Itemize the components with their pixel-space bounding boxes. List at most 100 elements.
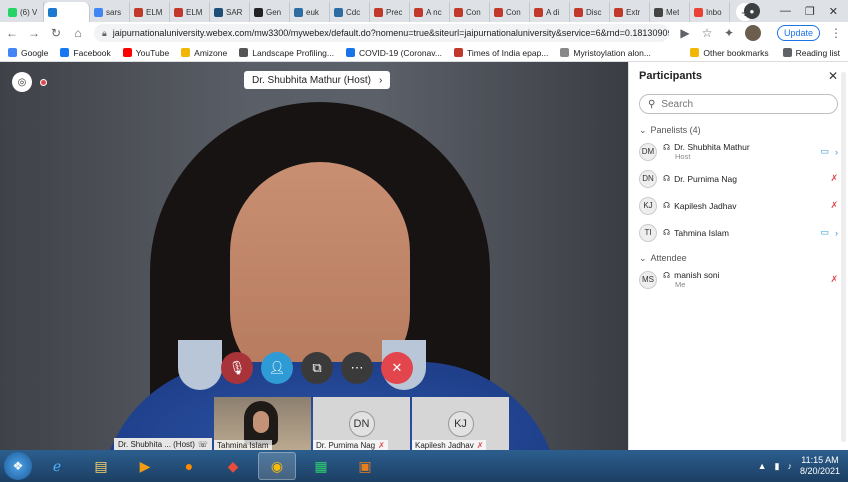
mute-button[interactable]: 🎙︎: [221, 352, 253, 384]
mic-muted-icon[interactable]: ✗: [830, 173, 838, 184]
volume-icon[interactable]: ♪: [787, 461, 792, 471]
participant-row[interactable]: DN ☊ Dr. Purnima Nag ✗: [629, 165, 848, 192]
participant-row[interactable]: MS ☊ manish soni Me ✗: [629, 266, 848, 293]
tab-favicon-icon: [374, 7, 383, 17]
star-icon[interactable]: ☆: [701, 26, 713, 40]
network-icon[interactable]: ▮: [775, 461, 780, 472]
explorer-icon[interactable]: ▤: [82, 452, 120, 480]
browser-tab[interactable]: Prec: [370, 2, 410, 22]
participant-row[interactable]: DM ☊ Dr. Shubhita Mathur Host ▭ ›: [629, 138, 848, 165]
browser-tab[interactable]: ELM: [170, 2, 210, 22]
other-bookmarks[interactable]: Other bookmarks: [690, 48, 769, 58]
system-tray: ▲ ▮ ♪ 11:15 AM 8/20/2021: [758, 455, 848, 477]
bookmark-item[interactable]: Myristoylation alon...: [560, 48, 651, 58]
browser-tab[interactable]: Con: [450, 2, 490, 22]
participants-panel: Participants ✕ ⚲ ⌄ Panelists (4) DM ☊Dr.…: [628, 62, 848, 450]
tab-favicon-icon: [654, 7, 663, 17]
participant-search[interactable]: ⚲: [639, 94, 838, 114]
bookmark-item[interactable]: Facebook: [60, 48, 111, 58]
participant-avatar: DN: [348, 410, 375, 437]
profile-icon[interactable]: ●: [743, 3, 760, 19]
browser-tab[interactable]: Cdc: [330, 2, 370, 22]
ie-icon[interactable]: ℯ: [38, 452, 76, 480]
reading-list-icon: [782, 48, 792, 57]
search-icon: ⚲: [648, 98, 656, 110]
panel-scrollbar[interactable]: [841, 72, 846, 442]
bookmarks-bar: Google Facebook YouTube Amizone Landscape Pr…: [0, 44, 848, 62]
search-input[interactable]: [661, 98, 812, 110]
lock-icon: 🔒︎: [102, 27, 107, 38]
window-controls: ● — ❐ ✕: [743, 0, 848, 22]
extensions-icon[interactable]: ✦: [723, 26, 735, 40]
browser-tab[interactable]: [44, 2, 90, 22]
active-speaker-label[interactable]: Dr. Shubhita Mathur (Host) ›: [244, 71, 391, 89]
browser-tab[interactable]: ELM: [130, 2, 170, 22]
home-icon[interactable]: ⌂: [72, 26, 84, 40]
close-window-icon[interactable]: ✕: [829, 5, 838, 18]
firefox-icon[interactable]: ●: [170, 452, 208, 480]
forward-icon[interactable]: →: [28, 26, 40, 40]
browser-tab[interactable]: (6) V: [4, 2, 44, 22]
mic-muted-icon[interactable]: ✗: [830, 200, 838, 211]
reading-list[interactable]: Reading list: [782, 48, 840, 58]
browser-tab[interactable]: Extr: [610, 2, 650, 22]
browser-tab[interactable]: Disc: [570, 2, 610, 22]
camera-on-icon[interactable]: ▭: [820, 146, 829, 157]
acrobat-icon[interactable]: ◆: [214, 452, 252, 480]
browser-tab[interactable]: SAR: [210, 2, 250, 22]
tray-expand-icon[interactable]: ▲: [758, 461, 767, 471]
video-button[interactable]: 👤︎: [261, 352, 293, 384]
bookmark-favicon-icon: [181, 48, 191, 57]
tab-favicon-icon: [494, 7, 503, 17]
close-panel-icon[interactable]: ✕: [828, 69, 838, 83]
menu-kebab-icon[interactable]: ⋮: [830, 26, 842, 40]
participant-avatar: MS: [639, 270, 657, 289]
browser-tab[interactable]: A di: [530, 2, 570, 22]
user-avatar[interactable]: [744, 25, 761, 41]
browser-tab[interactable]: Inbo: [690, 2, 730, 22]
more-options-button[interactable]: ⋯: [341, 352, 373, 384]
browser-tab[interactable]: Met: [650, 2, 690, 22]
camera-on-icon[interactable]: ▭: [820, 227, 829, 238]
bookmark-item[interactable]: Landscape Profiling...: [239, 48, 334, 58]
bookmark-item[interactable]: YouTube: [122, 48, 169, 58]
participant-avatar: KJ: [447, 410, 474, 437]
participant-row[interactable]: TI ☊ Tahmina Islam ▭ ›: [629, 219, 848, 246]
participant-row[interactable]: KJ ☊ Kapilesh Jadhav ✗: [629, 192, 848, 219]
meeting-info-icon[interactable]: ◎: [12, 72, 32, 92]
participant-avatar: TI: [639, 223, 657, 242]
bookmark-favicon-icon: [560, 48, 570, 57]
leave-meeting-button[interactable]: ✕: [381, 352, 413, 384]
browser-tab[interactable]: Con: [490, 2, 530, 22]
browser-tab[interactable]: Gen: [250, 2, 290, 22]
bookmark-item[interactable]: COVID-19 (Coronav...: [346, 48, 442, 58]
minimize-icon[interactable]: —: [780, 5, 791, 17]
browser-tab[interactable]: A nc: [410, 2, 450, 22]
attendee-section[interactable]: ⌄ Attendee: [629, 250, 848, 266]
clock[interactable]: 11:15 AM 8/20/2021: [800, 455, 840, 477]
camera-icon[interactable]: ▶: [679, 26, 691, 40]
powerpoint-icon[interactable]: ▣: [346, 452, 384, 480]
share-button[interactable]: ⧉: [301, 352, 333, 384]
mic-muted-icon[interactable]: ✗: [830, 274, 838, 285]
back-icon[interactable]: ←: [6, 26, 18, 40]
tab-favicon-icon: [454, 7, 463, 17]
address-bar[interactable]: 🔒︎ jaipurnationaluniversity.webex.com/mw…: [94, 24, 669, 42]
participant-role: Host: [675, 152, 691, 161]
bookmark-item[interactable]: Times of India epap...: [453, 48, 548, 58]
windows-taskbar: ❖ ℯ ▤ ▶ ● ◆ ◉ ▦ ▣ ▲ ▮ ♪ 11:15 AM 8/20/20…: [0, 450, 848, 482]
update-button[interactable]: Update: [776, 25, 820, 41]
browser-tab[interactable]: sars: [90, 2, 130, 22]
chevron-right-icon: ›: [835, 146, 838, 157]
start-button[interactable]: ❖: [4, 452, 32, 480]
bookmark-item[interactable]: Amizone: [181, 48, 227, 58]
bookmark-item[interactable]: Google: [8, 48, 48, 58]
media-player-icon[interactable]: ▶: [126, 452, 164, 480]
chrome-icon[interactable]: ◉: [258, 452, 296, 480]
panelists-section[interactable]: ⌄ Panelists (4): [629, 122, 848, 138]
reload-icon[interactable]: ↻: [50, 26, 62, 40]
restore-icon[interactable]: ❐: [805, 5, 815, 18]
browser-tab[interactable]: euk: [290, 2, 330, 22]
chevron-right-icon: ›: [835, 227, 838, 238]
excel-icon[interactable]: ▦: [302, 452, 340, 480]
